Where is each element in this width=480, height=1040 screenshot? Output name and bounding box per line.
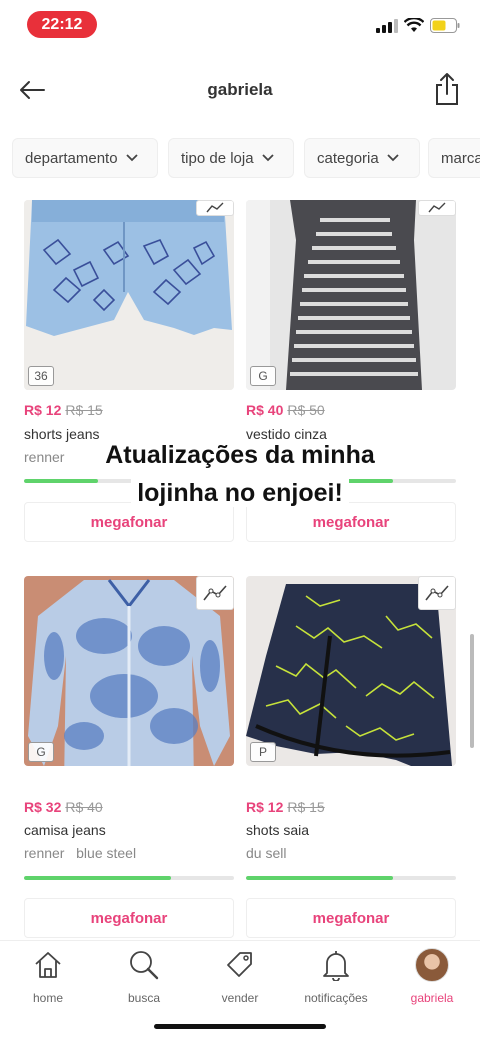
signal-icon [376, 18, 398, 33]
size-badge: G [28, 742, 54, 762]
home-indicator [154, 1024, 326, 1029]
size-badge: P [250, 742, 276, 762]
filter-tipo-de-loja[interactable]: tipo de loja [168, 138, 294, 178]
nav-label: vender [221, 991, 259, 1005]
nav-notificacoes[interactable]: notificações [288, 947, 384, 1005]
product-brands: du sell [246, 845, 287, 861]
filter-bar: departamento tipo de loja categoria marc… [0, 136, 480, 180]
chevron-down-icon [125, 154, 138, 162]
status-icons [376, 18, 460, 33]
megafonar-button[interactable]: megafonar [246, 898, 456, 938]
product-brands: renner blue steel [24, 845, 137, 861]
price: R$ 12 [24, 402, 62, 418]
size-badge: G [250, 366, 276, 386]
product-image[interactable]: 36 [24, 200, 234, 390]
header: gabriela [0, 60, 480, 120]
trend-icon [428, 202, 446, 213]
progress-fill [24, 876, 171, 880]
status-bar: 22:12 [0, 0, 480, 50]
trend-icon [206, 202, 224, 213]
product-image[interactable]: G [246, 200, 456, 390]
trend-button[interactable] [418, 576, 456, 610]
nav-label: notificações [304, 991, 368, 1005]
trend-button[interactable] [196, 200, 234, 216]
nav-label: gabriela [410, 991, 454, 1005]
filter-label: tipo de loja [181, 149, 254, 167]
nav-busca[interactable]: busca [96, 947, 192, 1005]
clock: 22:12 [27, 11, 97, 38]
size-badge: 36 [28, 366, 54, 386]
progress-bar [24, 876, 234, 880]
nav-label: home [32, 991, 64, 1005]
share-icon [436, 73, 458, 105]
price: R$ 12 [246, 799, 284, 815]
trend-button[interactable] [196, 576, 234, 610]
price: R$ 40 [246, 402, 284, 418]
filter-departamento[interactable]: departamento [12, 138, 158, 178]
progress-bar [246, 876, 456, 880]
nav-vender[interactable]: vender [192, 947, 288, 1005]
chevron-down-icon [387, 154, 399, 162]
trend-icon [203, 585, 227, 601]
old-price: R$ 15 [65, 402, 103, 418]
trend-icon [425, 585, 449, 601]
chevron-down-icon [261, 154, 274, 162]
filter-label: marca [441, 149, 480, 167]
tag-icon [227, 952, 252, 977]
progress-fill [246, 876, 393, 880]
filter-label: departamento [25, 149, 118, 167]
caption-line-1: Atualizações da minha [99, 441, 381, 469]
search-icon [130, 951, 159, 980]
product-image[interactable]: P [246, 576, 456, 766]
nav-profile[interactable]: gabriela [384, 947, 480, 1005]
caption-line-2: lojinha no enjoei! [131, 479, 349, 507]
filter-label: categoria [317, 149, 379, 167]
wifi-icon [404, 18, 424, 32]
avatar [415, 948, 449, 982]
video-caption: Atualizações da minha lojinha no enjoei! [40, 436, 440, 512]
price-row: R$ 12 R$ 15 [246, 799, 325, 815]
nav-label: busca [127, 991, 161, 1005]
old-price: R$ 40 [65, 799, 103, 815]
filter-marca[interactable]: marca [428, 138, 480, 178]
price-row: R$ 32 R$ 40 [24, 799, 103, 815]
product-title: shots saia [246, 822, 310, 838]
page-title: gabriela [207, 80, 273, 99]
filter-categoria[interactable]: categoria [304, 138, 420, 178]
nav-home[interactable]: home [0, 947, 96, 1005]
bell-icon [323, 951, 349, 981]
old-price: R$ 50 [287, 402, 325, 418]
share-button[interactable] [434, 72, 460, 106]
scrollbar[interactable] [470, 634, 474, 748]
product-image[interactable]: G [24, 576, 234, 766]
trend-button[interactable] [418, 200, 456, 216]
price-row: R$ 12 R$ 15 [24, 402, 103, 418]
price: R$ 32 [24, 799, 62, 815]
battery-icon [430, 18, 460, 33]
product-title: camisa jeans [24, 822, 106, 838]
home-icon [35, 952, 61, 978]
megafonar-button[interactable]: megafonar [24, 898, 234, 938]
price-row: R$ 40 R$ 50 [246, 402, 325, 418]
old-price: R$ 15 [287, 799, 325, 815]
